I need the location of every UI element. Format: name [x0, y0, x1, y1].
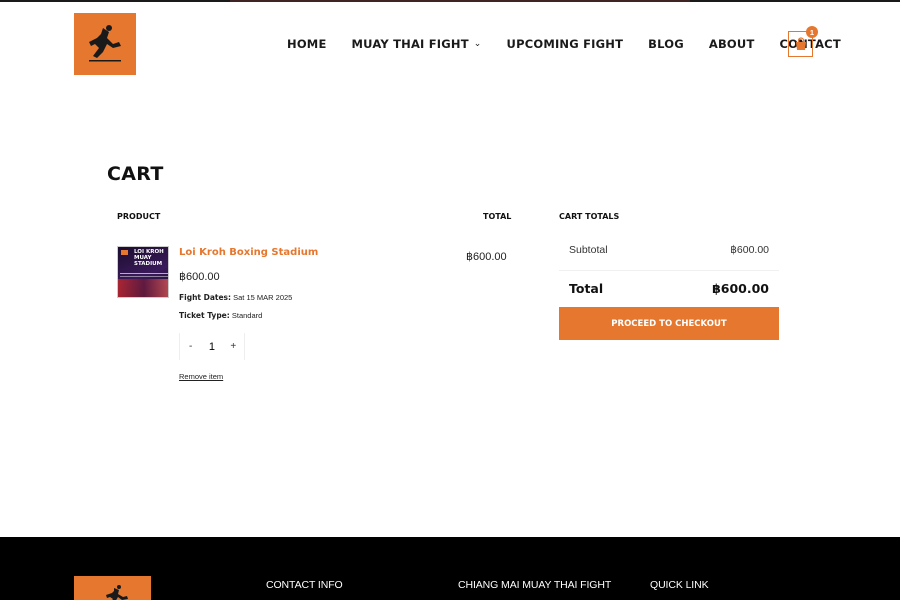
fight-dates-value: Sat 15 MAR 2025 [233, 293, 293, 302]
footer-logo[interactable] [74, 576, 151, 600]
page-title: CART [107, 163, 164, 185]
cart-button[interactable]: 1 [788, 26, 818, 57]
quantity-increase-button[interactable]: + [223, 341, 244, 352]
quantity-decrease-button[interactable]: - [180, 341, 201, 352]
line-total: ฿600.00 [466, 251, 507, 263]
remove-item-link[interactable]: Remove item [179, 372, 223, 381]
proceed-to-checkout-button[interactable]: PROCEED TO CHECKOUT [559, 307, 779, 340]
top-accent-line [0, 0, 900, 2]
site-logo[interactable] [74, 13, 136, 75]
nav-blog[interactable]: BLOG [648, 37, 684, 51]
footer-chiang-mai-heading: CHIANG MAI MUAY THAI FIGHT [458, 579, 612, 591]
cart-totals-title: CART TOTALS [559, 212, 620, 221]
ticket-type: Ticket Type: Standard [179, 311, 262, 320]
footer-quick-link-heading: QUICK LINK [650, 579, 709, 591]
footer-contact-info-heading: CONTACT INFO [266, 579, 343, 591]
quantity-input[interactable]: 1 [201, 341, 222, 353]
nav-about[interactable]: ABOUT [709, 37, 755, 51]
fight-dates-label: Fight Dates: [179, 293, 232, 302]
subtotal-value: ฿600.00 [730, 244, 769, 256]
ticket-type-label: Ticket Type: [179, 311, 230, 320]
main-nav: HOME MUAY THAI FIGHT ⌄ UPCOMING FIGHT BLO… [287, 36, 841, 52]
shopping-bag-icon [795, 37, 806, 50]
product-name-link[interactable]: Loi Kroh Boxing Stadium [179, 247, 318, 258]
cart-count-badge: 1 [806, 26, 818, 38]
product-column-header: PRODUCT [117, 212, 161, 221]
thumbnail-divider [120, 273, 168, 274]
product-thumbnail[interactable]: LOI KROH MUAY STADIUM [117, 246, 169, 298]
total-column-header: TOTAL [483, 212, 512, 221]
quantity-stepper: - 1 + [179, 333, 245, 360]
ticket-type-value: Standard [231, 311, 263, 320]
product-price: ฿600.00 [179, 271, 220, 283]
site-footer: CONTACT INFO CHIANG MAI MUAY THAI FIGHT … [0, 537, 900, 600]
fighter-logo-icon [89, 25, 121, 62]
thumbnail-divider [120, 276, 168, 277]
nav-muay-thai-fight[interactable]: MUAY THAI FIGHT ⌄ [352, 37, 482, 51]
total-label: Total [569, 281, 604, 296]
fight-dates: Fight Dates: Sat 15 MAR 2025 [179, 293, 292, 302]
subtotal-label: Subtotal [569, 244, 608, 256]
total-value: ฿600.00 [712, 281, 769, 296]
chevron-down-icon: ⌄ [473, 39, 482, 49]
nav-upcoming-fight[interactable]: UPCOMING FIGHT [507, 37, 624, 51]
nav-home[interactable]: HOME [287, 37, 327, 51]
totals-divider [559, 270, 779, 271]
fighter-logo-icon [106, 585, 128, 600]
thumbnail-flag [121, 250, 128, 255]
thumbnail-arena-lights [118, 279, 168, 297]
thumbnail-text: LOI KROH MUAY STADIUM [134, 249, 164, 267]
